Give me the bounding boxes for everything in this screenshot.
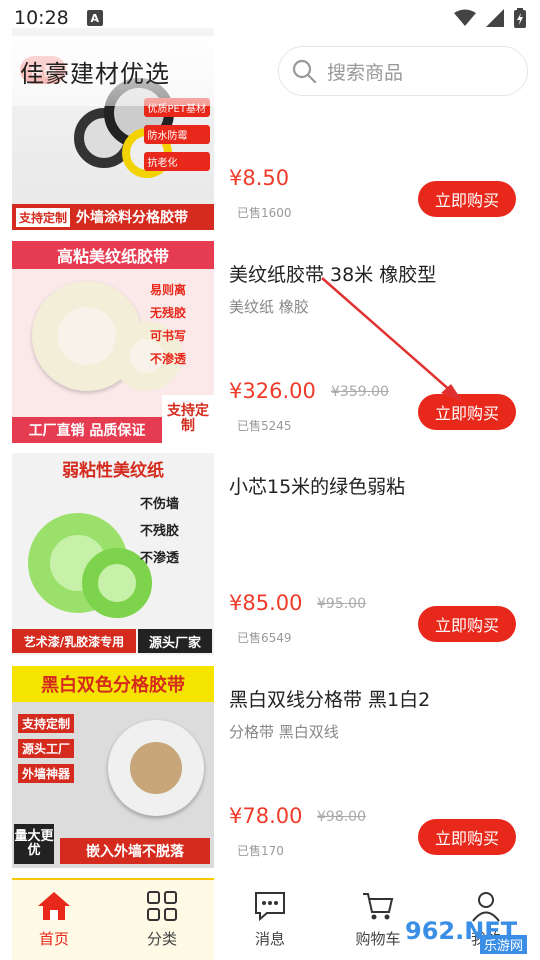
status-time: 10:28 <box>14 7 69 29</box>
app-header: 佳豪建材优选 搜索商品 <box>0 36 540 106</box>
nav-label: 分类 <box>146 930 177 948</box>
nav-label: 购物车 <box>355 930 401 948</box>
annotation-arrow <box>321 277 463 402</box>
status-bar: 10:28 A <box>0 0 540 36</box>
watermark-sub: 乐游网 <box>479 935 527 954</box>
search-placeholder[interactable]: 搜索商品 <box>327 58 403 85</box>
search-icon <box>292 59 317 84</box>
nav-category[interactable]: 分类 <box>108 880 216 960</box>
app-title: 佳豪建材优选 <box>20 60 170 88</box>
cart-icon <box>363 893 394 920</box>
nav-label: 首页 <box>38 930 69 948</box>
nav-label: 消息 <box>254 930 285 948</box>
wifi-icon <box>454 9 476 26</box>
home-icon <box>38 892 70 920</box>
signal-icon <box>486 9 504 27</box>
nav-messages[interactable]: 消息 <box>216 880 324 960</box>
message-icon <box>255 892 285 922</box>
battery-icon <box>514 8 526 28</box>
grid-icon <box>147 891 177 921</box>
search-box[interactable]: 搜索商品 <box>278 46 528 96</box>
status-icons <box>454 8 526 28</box>
notification-a-icon: A <box>86 10 103 26</box>
watermark-logo: 962.NET 乐游网 <box>405 908 535 954</box>
nav-home[interactable]: 首页 <box>0 880 108 960</box>
